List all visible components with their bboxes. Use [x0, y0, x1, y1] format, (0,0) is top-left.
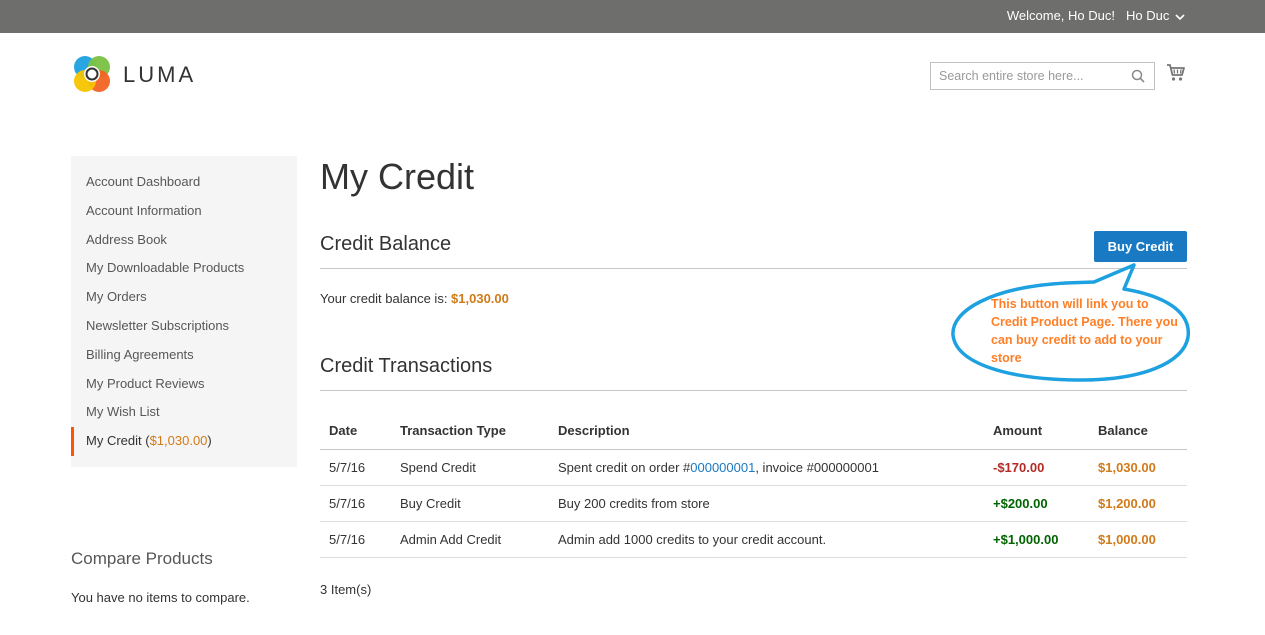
search-input[interactable]	[931, 63, 1121, 89]
store-logo[interactable]: LUMA	[71, 53, 211, 95]
compare-products-title: Compare Products	[71, 549, 213, 568]
divider	[320, 390, 1187, 391]
cell-balance: $1,030.00	[1089, 449, 1187, 486]
column-header-balance: Balance	[1089, 413, 1187, 450]
page-title: My Credit	[320, 156, 475, 197]
top-bar: Welcome, Ho Duc! Ho Duc	[0, 0, 1265, 33]
callout-text: This button will link you to Credit Prod…	[991, 297, 1178, 365]
search-box	[930, 62, 1155, 90]
account-name: Ho Duc	[1126, 8, 1170, 23]
sidebar-item-newsletter-subscriptions[interactable]: Newsletter Subscriptions	[71, 312, 297, 341]
column-header-amount: Amount	[984, 413, 1089, 450]
cell-description: Buy 200 credits from store	[549, 485, 984, 522]
cell-amount: +$200.00	[984, 485, 1089, 522]
credit-transactions-title: Credit Transactions	[320, 355, 493, 377]
cell-description: Admin add 1000 credits to your credit ac…	[549, 521, 984, 558]
description-text: Spent credit on order #	[558, 459, 691, 475]
logo-text: LUMA	[123, 62, 197, 87]
sidebar-credit-amount: $1,030.00	[149, 433, 208, 449]
sidebar-item-address-book[interactable]: Address Book	[71, 226, 297, 255]
sidebar-item-downloadable-products[interactable]: My Downloadable Products	[71, 254, 297, 283]
sidebar-item-my-orders[interactable]: My Orders	[71, 283, 297, 312]
cell-transaction-type: Admin Add Credit	[391, 521, 549, 558]
items-count: 3 Item(s)	[320, 582, 372, 597]
description-text: , invoice #000000001	[755, 459, 879, 475]
cell-amount: +$1,000.00	[984, 521, 1089, 558]
column-header-description: Description	[549, 413, 984, 450]
cell-date: 5/7/16	[320, 485, 391, 522]
credit-transactions-table: Date Transaction Type Description Amount…	[320, 413, 1187, 558]
sidebar-item-account-dashboard[interactable]: Account Dashboard	[71, 168, 297, 197]
cell-balance: $1,000.00	[1089, 521, 1187, 558]
credit-balance-title: Credit Balance	[320, 233, 452, 255]
cell-balance: $1,200.00	[1089, 485, 1187, 522]
table-header-row: Date Transaction Type Description Amount…	[320, 413, 1187, 450]
cart-icon[interactable]	[1166, 63, 1186, 83]
luma-logo-icon	[74, 56, 110, 92]
cell-transaction-type: Buy Credit	[391, 485, 549, 522]
sidebar-item-account-information[interactable]: Account Information	[71, 197, 297, 226]
order-link[interactable]: 000000001	[690, 460, 755, 475]
column-header-date: Date	[320, 413, 391, 450]
search-icon[interactable]	[1131, 69, 1145, 83]
compare-empty-text: You have no items to compare.	[71, 590, 250, 605]
column-header-transaction-type: Transaction Type	[391, 413, 549, 450]
balance-label: Your credit balance is:	[320, 291, 452, 306]
sidebar-item-my-credit: My Credit ($1,030.00)	[71, 427, 297, 456]
cell-date: 5/7/16	[320, 521, 391, 558]
balance-amount: $1,030.00	[451, 291, 509, 306]
buy-credit-callout: This button will link you to Credit Prod…	[946, 263, 1192, 385]
sidebar-item-product-reviews[interactable]: My Product Reviews	[71, 370, 297, 399]
table-row: 5/7/16 Buy Credit Buy 200 credits from s…	[320, 485, 1187, 522]
account-sidebar: Account Dashboard Account Information Ad…	[71, 156, 297, 467]
buy-credit-button[interactable]: Buy Credit	[1094, 231, 1187, 262]
sidebar-item-label: My Credit	[86, 433, 142, 449]
sidebar-item-wish-list[interactable]: My Wish List	[71, 398, 297, 427]
cell-date: 5/7/16	[320, 449, 391, 486]
table-row: 5/7/16 Admin Add Credit Admin add 1000 c…	[320, 521, 1187, 558]
account-menu-toggle[interactable]: Ho Duc	[1126, 8, 1185, 23]
sidebar-item-billing-agreements[interactable]: Billing Agreements	[71, 341, 297, 370]
paren-open: (	[141, 433, 150, 449]
welcome-message: Welcome, Ho Duc!	[1006, 8, 1115, 23]
chevron-down-icon	[1175, 13, 1185, 20]
cell-description: Spent credit on order #000000001, invoic…	[549, 449, 984, 486]
credit-balance-line: Your credit balance is: $1,030.00	[320, 291, 509, 306]
paren-close: )	[207, 433, 212, 449]
cell-transaction-type: Spend Credit	[391, 449, 549, 486]
cell-amount: -$170.00	[984, 449, 1089, 486]
table-row: 5/7/16 Spend Credit Spent credit on orde…	[320, 449, 1187, 486]
